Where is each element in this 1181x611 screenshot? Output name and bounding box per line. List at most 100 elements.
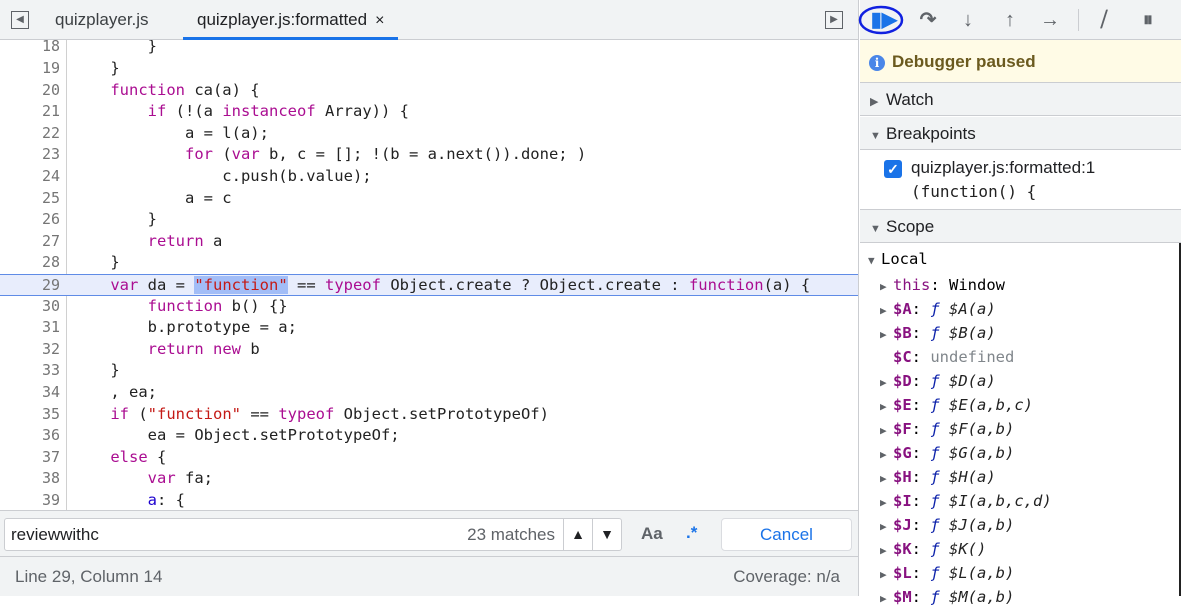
scope-variable[interactable]: ▶ $K: ƒ $K() xyxy=(880,537,986,561)
expand-icon[interactable]: ▶ xyxy=(880,467,893,491)
code-line[interactable]: 21 if (!(a instanceof Array)) { xyxy=(0,101,858,123)
line-number[interactable]: 37 xyxy=(0,447,60,469)
scope-variable[interactable]: ▶ $L: ƒ $L(a,b) xyxy=(880,561,1014,585)
expand-icon[interactable]: ▶ xyxy=(880,539,893,563)
code-line[interactable]: 38 var fa; xyxy=(0,468,858,490)
pause-on-exceptions-icon[interactable]: ⏸ xyxy=(1134,6,1162,34)
code-line[interactable]: 20 function ca(a) { xyxy=(0,80,858,102)
line-number[interactable]: 31 xyxy=(0,317,60,339)
step-out-icon[interactable]: ↑ xyxy=(996,6,1024,34)
scope-variable[interactable]: ▶ $B: ƒ $B(a) xyxy=(880,321,996,345)
line-number[interactable]: 26 xyxy=(0,209,60,231)
line-number[interactable]: 25 xyxy=(0,188,60,210)
expand-icon[interactable]: ▶ xyxy=(880,419,893,443)
expand-icon[interactable]: ▶ xyxy=(880,563,893,587)
code-line[interactable]: 29 var da = "function" == typeof Object.… xyxy=(0,274,858,296)
line-number[interactable]: 18 xyxy=(0,40,60,58)
scope-variable[interactable]: ▶ $E: ƒ $E(a,b,c) xyxy=(880,393,1033,417)
line-number[interactable]: 34 xyxy=(0,382,60,404)
code-line[interactable]: 39 a: { xyxy=(0,490,858,510)
code-line[interactable]: 36 ea = Object.setPrototypeOf; xyxy=(0,425,858,447)
code-line[interactable]: 31 b.prototype = a; xyxy=(0,317,858,339)
expand-icon[interactable]: ▶ xyxy=(880,395,893,419)
breakpoint-checkbox[interactable]: ✓ xyxy=(884,160,902,178)
code-line[interactable]: 33 } xyxy=(0,360,858,382)
editor-pane: ◀ quizplayer.js quizplayer.js:formatted ×… xyxy=(0,0,859,596)
tab-quizplayer-formatted[interactable]: quizplayer.js:formatted × xyxy=(183,0,399,40)
toggle-navigator-icon[interactable]: ◀ xyxy=(11,11,29,29)
code-line[interactable]: 34 , ea; xyxy=(0,382,858,404)
code-line[interactable]: 19 } xyxy=(0,58,858,80)
code-line[interactable]: 28 } xyxy=(0,252,858,274)
local-scope-header[interactable]: ▼ Local xyxy=(868,247,928,271)
line-number[interactable]: 28 xyxy=(0,252,60,274)
code-line[interactable]: 25 a = c xyxy=(0,188,858,210)
line-number[interactable]: 30 xyxy=(0,296,60,318)
scope-variable[interactable]: ▶ $H: ƒ $H(a) xyxy=(880,465,996,489)
scope-variable[interactable]: ▶ $I: ƒ $I(a,b,c,d) xyxy=(880,489,1052,513)
code-line[interactable]: 27 return a xyxy=(0,231,858,253)
watch-section-header[interactable]: ▶ Watch xyxy=(860,83,1181,116)
step-into-icon[interactable]: ↓ xyxy=(954,6,982,34)
code-line[interactable]: 37 else { xyxy=(0,447,858,469)
line-number[interactable]: 29 xyxy=(0,275,60,297)
code-line[interactable]: 30 function b() {} xyxy=(0,296,858,318)
next-match-button[interactable]: ▼ xyxy=(592,519,621,550)
previous-match-button[interactable]: ▲ xyxy=(563,519,592,550)
match-case-button[interactable]: Aa xyxy=(641,524,663,544)
regex-button[interactable]: .* xyxy=(686,523,697,543)
code-line[interactable]: 32 return new b xyxy=(0,339,858,361)
expand-icon[interactable]: ▶ xyxy=(880,371,893,395)
line-number[interactable]: 39 xyxy=(0,490,60,510)
scope-variable[interactable]: ▶ $M: ƒ $M(a,b) xyxy=(880,585,1014,609)
expand-icon[interactable]: ▶ xyxy=(880,275,893,299)
line-number[interactable]: 22 xyxy=(0,123,60,145)
code-line[interactable]: 18 } xyxy=(0,40,858,58)
tab-quizplayer-js[interactable]: quizplayer.js xyxy=(55,0,149,40)
scope-label: Scope xyxy=(886,217,935,236)
line-number[interactable]: 32 xyxy=(0,339,60,361)
line-number[interactable]: 19 xyxy=(0,58,60,80)
code-line[interactable]: 35 if ("function" == typeof Object.setPr… xyxy=(0,404,858,426)
scope-variable[interactable]: ▶ $J: ƒ $J(a,b) xyxy=(880,513,1014,537)
toggle-debugger-icon[interactable]: ▶ xyxy=(825,11,843,29)
line-number[interactable]: 33 xyxy=(0,360,60,382)
line-number[interactable]: 20 xyxy=(0,80,60,102)
deactivate-breakpoints-icon[interactable]: ⧸ xyxy=(1090,6,1118,34)
watch-label: Watch xyxy=(886,90,934,109)
expand-icon[interactable]: ▶ xyxy=(880,323,893,347)
expand-icon[interactable]: ▶ xyxy=(880,491,893,515)
scope-variable[interactable]: ▶ $F: ƒ $F(a,b) xyxy=(880,417,1014,441)
breakpoint-item[interactable]: ✓ quizplayer.js:formatted:1 (function() … xyxy=(860,150,1181,210)
scope-variable[interactable]: $C: undefined xyxy=(880,345,1014,369)
scope-section-header[interactable]: ▼ Scope xyxy=(860,210,1181,243)
code-line[interactable]: 23 for (var b, c = []; !(b = a.next()).d… xyxy=(0,144,858,166)
expand-icon[interactable]: ▶ xyxy=(880,515,893,539)
code-text: if (!(a instanceof Array)) { xyxy=(73,101,409,123)
code-line[interactable]: 24 c.push(b.value); xyxy=(0,166,858,188)
line-number[interactable]: 35 xyxy=(0,404,60,426)
scope-variable[interactable]: ▶ $A: ƒ $A(a) xyxy=(880,297,996,321)
close-icon[interactable]: × xyxy=(375,12,384,29)
code-line[interactable]: 26 } xyxy=(0,209,858,231)
step-over-icon[interactable]: ↷ xyxy=(914,6,942,34)
line-number[interactable]: 21 xyxy=(0,101,60,123)
step-icon[interactable]: → xyxy=(1036,6,1064,34)
cancel-button[interactable]: Cancel xyxy=(721,518,852,551)
code-line[interactable]: 22 a = l(a); xyxy=(0,123,858,145)
line-number[interactable]: 27 xyxy=(0,231,60,253)
line-number[interactable]: 36 xyxy=(0,425,60,447)
breakpoints-section-header[interactable]: ▼ Breakpoints xyxy=(860,117,1181,150)
code-editor[interactable]: 18 } 19 } 20 function ca(a) {21 if (!(a in… xyxy=(0,40,858,510)
code-token: function xyxy=(688,276,764,294)
line-number[interactable]: 24 xyxy=(0,166,60,188)
expand-icon[interactable]: ▶ xyxy=(880,587,893,611)
expand-icon[interactable]: ▶ xyxy=(880,443,893,467)
scope-variable[interactable]: ▶ $G: ƒ $G(a,b) xyxy=(880,441,1014,465)
scope-variable[interactable]: ▶ $D: ƒ $D(a) xyxy=(880,369,996,393)
line-number[interactable]: 23 xyxy=(0,144,60,166)
line-number[interactable]: 38 xyxy=(0,468,60,490)
search-input[interactable]: reviewwithc 23 matches ▲ ▼ xyxy=(4,518,622,551)
scope-variable[interactable]: ▶ this: Window xyxy=(880,273,1005,297)
expand-icon[interactable]: ▶ xyxy=(880,299,893,323)
